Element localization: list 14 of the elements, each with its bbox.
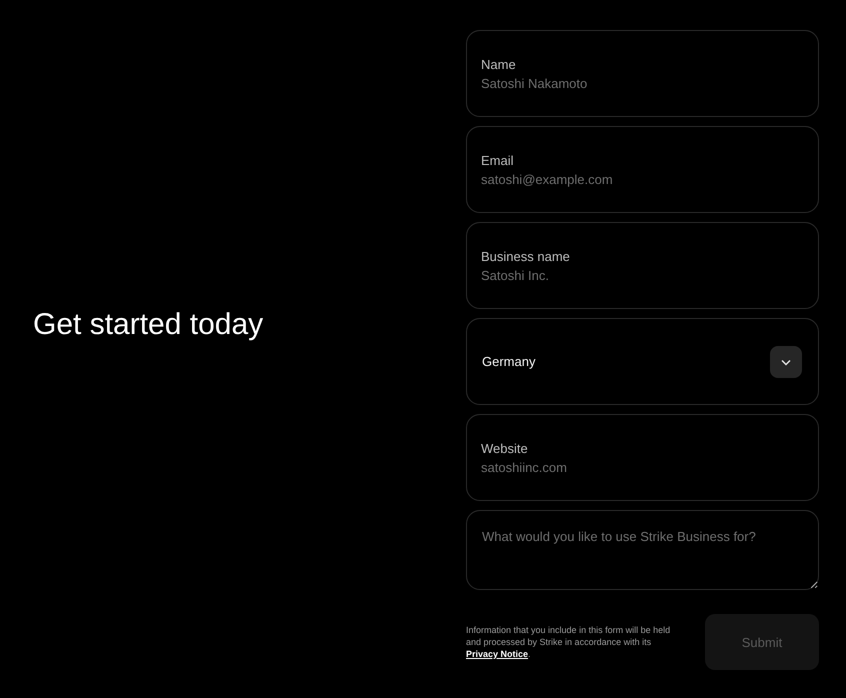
- field-label: Email: [481, 152, 515, 168]
- field-label: Name: [481, 56, 517, 72]
- page-heading: Get started today: [33, 308, 264, 342]
- privacy-notice-text: Information that you include in this form will be held and processed by Strike in accordance with its Privacy Notice.: [466, 624, 672, 660]
- text-input[interactable]: Satoshi Inc.: [481, 268, 804, 282]
- privacy-notice-link[interactable]: Privacy Notice: [466, 649, 528, 659]
- text-input[interactable]: satoshi@example.com: [481, 172, 804, 186]
- text-input[interactable]: Satoshi Nakamoto: [481, 76, 804, 90]
- field-label: Website: [481, 440, 529, 456]
- country-select[interactable]: Germany: [466, 318, 819, 405]
- textarea-field[interactable]: What would you like to use Strike Business for?: [466, 510, 819, 590]
- text-input[interactable]: satoshiinc.com: [481, 460, 804, 474]
- chevron-down-icon: [770, 346, 802, 378]
- field-label: Business name: [481, 248, 571, 264]
